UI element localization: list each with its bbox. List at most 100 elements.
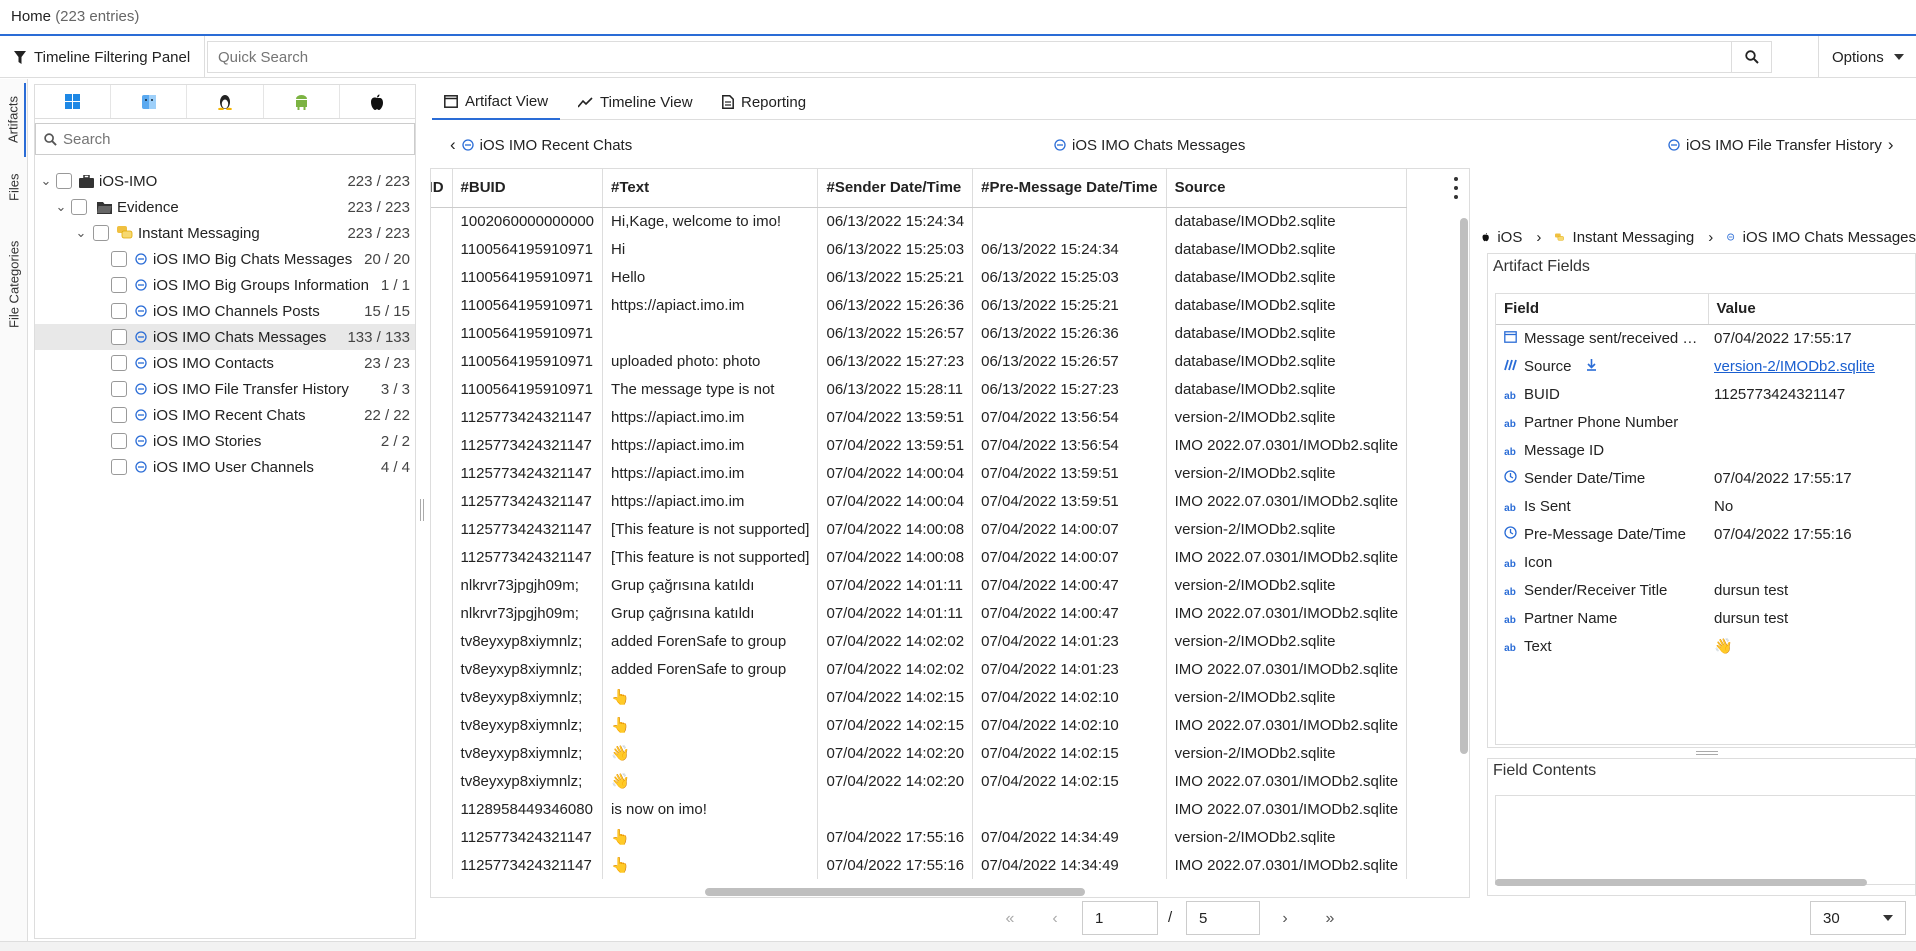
quick-search-input[interactable] bbox=[208, 42, 1731, 72]
fields-header-value[interactable]: Value bbox=[1708, 294, 1915, 325]
field-row[interactable]: ab Message ID bbox=[1496, 436, 1915, 464]
side-tab-file-categories[interactable]: File Categories bbox=[2, 229, 26, 339]
table-row[interactable]: nlkrvr73jpgjh09m; Grup çağrısına katıldı 0… bbox=[431, 571, 1408, 599]
table-row[interactable]: nlkrvr73jpgjh09m; Grup çağrısına katıldı 0… bbox=[431, 599, 1408, 627]
detail-splitter-grip[interactable] bbox=[1696, 751, 1718, 755]
field-row[interactable]: ab Partner Name dursun test bbox=[1496, 604, 1915, 632]
os-windows-button[interactable] bbox=[35, 85, 112, 118]
table-row[interactable]: 1128958449346080 is now on imo! IMO 2022.0… bbox=[431, 795, 1408, 823]
tree-checkbox[interactable] bbox=[56, 173, 72, 189]
tree-checkbox[interactable] bbox=[111, 251, 127, 267]
home-tab[interactable]: Home (223 entries) bbox=[0, 0, 150, 34]
field-row[interactable]: ab Text 👋 bbox=[1496, 632, 1915, 660]
prev-artifact-link[interactable]: ‹ iOS IMO Recent Chats bbox=[450, 130, 632, 160]
table-row[interactable]: 1125773424321147 https://apiact.imo.im 07/… bbox=[431, 459, 1408, 487]
detail-crumb-instant-messaging[interactable]: Instant Messaging bbox=[1573, 229, 1695, 246]
table-row[interactable]: tv8eyxyp8xiymnlz; added ForenSafe to grou… bbox=[431, 627, 1408, 655]
table-row[interactable]: 1125773424321147 👆 07/04/2022 17:55:16 07/0… bbox=[431, 823, 1408, 851]
side-tab-artifacts[interactable]: Artifacts bbox=[2, 83, 26, 157]
table-row[interactable]: 1100564195910971 Hello 06/13/2022 15:25:21… bbox=[431, 263, 1408, 291]
fields-header-field[interactable]: Field bbox=[1496, 294, 1709, 325]
tree-checkbox[interactable] bbox=[111, 303, 127, 319]
table-row[interactable]: 1100564195910971 uploaded photo: photo 06/… bbox=[431, 347, 1408, 375]
side-tab-files[interactable]: Files bbox=[2, 169, 26, 205]
field-row[interactable]: Pre-Message Date/Time 07/04/2022 17:55:16 bbox=[1496, 520, 1915, 548]
grid-vertical-scrollbar[interactable] bbox=[1460, 218, 1468, 754]
chevron-down-icon[interactable]: ⌄ bbox=[74, 225, 88, 241]
tree-checkbox[interactable] bbox=[111, 433, 127, 449]
tree-checkbox[interactable] bbox=[111, 381, 127, 397]
os-android-button[interactable] bbox=[264, 85, 340, 118]
tree-checkbox[interactable] bbox=[111, 459, 127, 475]
table-row[interactable]: 1002060000000000 Hi,Kage, welcome to imo!… bbox=[431, 207, 1408, 235]
tree-leaf-channels-posts[interactable]: iOS IMO Channels Posts 15 / 15 bbox=[35, 298, 415, 324]
page-number-input[interactable]: 1 bbox=[1082, 901, 1158, 935]
column-header-sender-datetime[interactable]: #Sender Date/Time bbox=[817, 169, 974, 208]
table-row[interactable]: 1125773424321147 https://apiact.imo.im 07/… bbox=[431, 487, 1408, 515]
table-row[interactable]: 1125773424321147 https://apiact.imo.im 07/… bbox=[431, 431, 1408, 459]
artifact-search-input[interactable] bbox=[57, 125, 414, 153]
field-row[interactable]: Message sent/received Date/Time 07/04/202… bbox=[1496, 324, 1915, 352]
splitter-grip[interactable] bbox=[420, 499, 424, 521]
tree-leaf-user-channels[interactable]: iOS IMO User Channels 4 / 4 bbox=[35, 454, 415, 480]
table-row[interactable]: 1125773424321147 👆 07/04/2022 17:55:16 07/0… bbox=[431, 851, 1408, 879]
field-row[interactable]: ab Is Sent No bbox=[1496, 492, 1915, 520]
table-row[interactable]: 1125773424321147 [This feature is not sup… bbox=[431, 543, 1408, 571]
field-contents-area[interactable] bbox=[1495, 795, 1916, 885]
quick-search-button[interactable] bbox=[1731, 42, 1771, 72]
column-header-text[interactable]: #Text bbox=[602, 169, 819, 208]
tab-artifact-view[interactable]: Artifact View bbox=[432, 84, 561, 120]
chevron-down-icon[interactable]: ⌄ bbox=[54, 199, 68, 215]
tree-checkbox[interactable] bbox=[111, 329, 127, 345]
tab-reporting[interactable]: Reporting bbox=[710, 84, 818, 120]
tree-leaf-chats-messages[interactable]: iOS IMO Chats Messages 133 / 133 bbox=[35, 324, 415, 350]
first-page-button[interactable]: « bbox=[995, 904, 1025, 934]
prev-page-button[interactable]: ‹ bbox=[1040, 904, 1070, 934]
column-menu-icon[interactable] bbox=[1451, 177, 1461, 199]
options-dropdown[interactable]: Options bbox=[1818, 36, 1916, 78]
last-page-button[interactable]: » bbox=[1315, 904, 1345, 934]
field-row[interactable]: Source version-2/IMODb2.sqlite bbox=[1496, 352, 1915, 380]
page-size-select[interactable]: 30 bbox=[1810, 901, 1906, 935]
tree-checkbox[interactable] bbox=[71, 199, 87, 215]
tree-node-instant-messaging[interactable]: ⌄ Instant Messaging 223 / 223 bbox=[35, 220, 415, 246]
column-header-pre-message-datetime[interactable]: #Pre-Message Date/Time bbox=[972, 169, 1167, 208]
detail-crumb-chats-messages[interactable]: iOS IMO Chats Messages bbox=[1743, 229, 1916, 246]
field-row[interactable]: ab Icon bbox=[1496, 548, 1915, 576]
tree-leaf-file-transfer-history[interactable]: iOS IMO File Transfer History 3 / 3 bbox=[35, 376, 415, 402]
tree-node-evidence[interactable]: ⌄ Evidence 223 / 223 bbox=[35, 194, 415, 220]
detail-crumb-ios[interactable]: iOS bbox=[1497, 229, 1522, 246]
tree-leaf-stories[interactable]: iOS IMO Stories 2 / 2 bbox=[35, 428, 415, 454]
tree-checkbox[interactable] bbox=[111, 355, 127, 371]
timeline-filter-panel-button[interactable]: Timeline Filtering Panel bbox=[0, 36, 205, 78]
table-row[interactable]: 1125773424321147 [This feature is not sup… bbox=[431, 515, 1408, 543]
table-row[interactable]: 1100564195910971 Hi 06/13/2022 15:25:03 06/… bbox=[431, 235, 1408, 263]
table-row[interactable]: tv8eyxyp8xiymnlz; added ForenSafe to grou… bbox=[431, 655, 1408, 683]
panel-splitter[interactable] bbox=[418, 84, 426, 939]
chevron-down-icon[interactable]: ⌄ bbox=[39, 173, 53, 189]
tab-timeline-view[interactable]: Timeline View bbox=[566, 84, 705, 120]
tree-leaf-contacts[interactable]: iOS IMO Contacts 23 / 23 bbox=[35, 350, 415, 376]
column-header-message-id[interactable]: Message ID bbox=[431, 169, 453, 208]
field-row[interactable]: ab Sender/Receiver Title dursun test bbox=[1496, 576, 1915, 604]
table-row[interactable]: tv8eyxyp8xiymnlz; 👋 07/04/2022 14:02:20 07/… bbox=[431, 739, 1408, 767]
download-icon[interactable] bbox=[1586, 358, 1597, 375]
table-row[interactable]: tv8eyxyp8xiymnlz; 👆 07/04/2022 14:02:15 07/… bbox=[431, 711, 1408, 739]
os-linux-button[interactable] bbox=[187, 85, 264, 118]
table-row[interactable]: 1100564195910971 The message type is not 0… bbox=[431, 375, 1408, 403]
tree-leaf-big-chats-messages[interactable]: iOS IMO Big Chats Messages 20 / 20 bbox=[35, 246, 415, 272]
next-artifact-link[interactable]: iOS IMO File Transfer History › bbox=[1668, 130, 1894, 160]
field-row[interactable]: ab Partner Phone Number bbox=[1496, 408, 1915, 436]
field-row[interactable]: Sender Date/Time 07/04/2022 17:55:17 bbox=[1496, 464, 1915, 492]
tree-leaf-recent-chats[interactable]: iOS IMO Recent Chats 22 / 22 bbox=[35, 402, 415, 428]
table-row[interactable]: 1100564195910971 https://apiact.imo.im 06/… bbox=[431, 291, 1408, 319]
table-row[interactable]: 1125773424321147 https://apiact.imo.im 07/… bbox=[431, 403, 1408, 431]
next-page-button[interactable]: › bbox=[1270, 904, 1300, 934]
column-header-buid[interactable]: #BUID bbox=[452, 169, 604, 208]
tree-checkbox[interactable] bbox=[93, 225, 109, 241]
tree-checkbox[interactable] bbox=[111, 277, 127, 293]
field-row[interactable]: ab BUID 1125773424321147 bbox=[1496, 380, 1915, 408]
tree-node-ios-imo[interactable]: ⌄ iOS-IMO 223 / 223 bbox=[35, 168, 415, 194]
field-contents-scrollbar[interactable] bbox=[1495, 879, 1867, 886]
os-macos-button[interactable] bbox=[111, 85, 188, 118]
